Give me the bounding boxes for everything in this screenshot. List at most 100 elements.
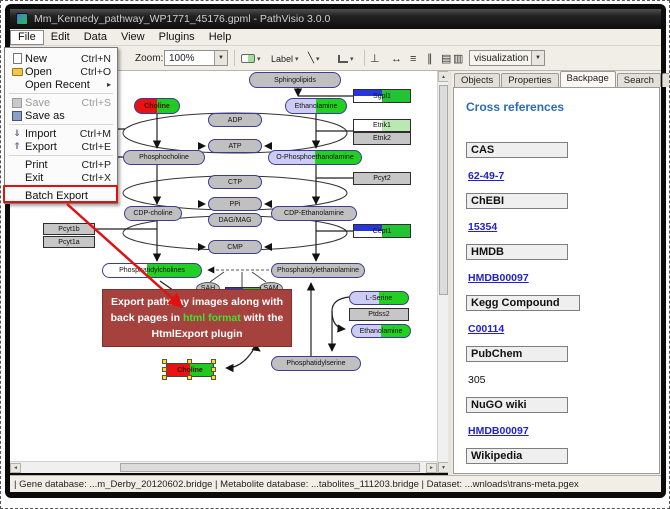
chevron-down-icon[interactable]: ▼ <box>214 51 227 65</box>
menu-item-save-as[interactable]: Save as <box>5 109 117 122</box>
menu-separator <box>9 155 113 156</box>
menu-plugins[interactable]: Plugins <box>152 30 202 45</box>
selection-handle[interactable] <box>162 367 167 372</box>
node-pcyt1a[interactable]: Pcyt1a <box>43 236 95 248</box>
label-tool-button[interactable]: Label▾ <box>269 50 301 67</box>
zoom-combobox[interactable]: 100% ▼ <box>164 50 228 66</box>
pathvisio-logo-icon <box>16 13 28 25</box>
sidebar-tabs: Objects Properties Backpage Search Legen… <box>452 71 661 87</box>
tab-properties[interactable]: Properties <box>501 73 558 87</box>
vertical-scroll-thumb[interactable] <box>439 85 448 295</box>
selection-handle[interactable] <box>162 375 167 380</box>
label-tool-text: Label <box>271 54 293 64</box>
submenu-arrow-icon: ▸ <box>107 80 111 89</box>
align-top-icon[interactable]: ⊥ <box>370 50 388 67</box>
new-document-icon <box>13 53 22 64</box>
ref-database-name: NuGO wiki <box>466 397 568 413</box>
menu-item-save[interactable]: Save Ctrl+S <box>5 96 117 109</box>
gene-product-icon <box>241 54 255 63</box>
node-ppi[interactable]: PPi <box>208 197 262 211</box>
status-text: | Gene database: ...m_Derby_20120602.bri… <box>14 479 579 490</box>
scroll-left-icon[interactable]: ◄ <box>10 463 21 473</box>
node-sgpl1[interactable]: Sgpl1 <box>353 89 411 103</box>
selection-handle[interactable] <box>211 359 216 364</box>
save-as-icon <box>12 111 22 121</box>
save-icon <box>12 98 22 108</box>
menu-item-export[interactable]: ⇑ Export Ctrl+E <box>5 140 117 153</box>
node-phosphatidylcholines[interactable]: Phosphatidylcholines <box>102 263 202 278</box>
node-sphingolipids[interactable]: Sphingolipids <box>249 72 341 88</box>
ref-id-link[interactable]: HMDB00097 <box>468 425 529 437</box>
node-l-serine[interactable]: L-Serine <box>349 291 409 305</box>
ref-id-link[interactable]: HMDB00097 <box>468 272 529 284</box>
node-etnk2[interactable]: Etnk2 <box>353 132 411 145</box>
ref-id-link[interactable]: 15354 <box>468 221 497 233</box>
menu-item-open[interactable]: Open Ctrl+O <box>5 65 117 78</box>
menu-item-print[interactable]: Print Ctrl+P <box>5 158 117 171</box>
node-atp[interactable]: ATP <box>208 139 262 153</box>
menu-separator <box>9 93 113 94</box>
screenshot-root: Mm_Kennedy_pathway_WP1771_45176.gpml - P… <box>0 0 670 509</box>
node-pcyt2[interactable]: Pcyt2 <box>353 172 411 185</box>
menu-item-open-recent[interactable]: Open Recent ▸ <box>5 78 117 91</box>
canvas-horizontal-scrollbar[interactable]: ◄ ► <box>10 461 437 473</box>
scroll-right-icon[interactable]: ► <box>426 463 437 473</box>
horizontal-scroll-thumb[interactable] <box>120 463 420 472</box>
ref-id-link[interactable]: 62-49-7 <box>468 170 504 182</box>
node-phosphatidylethanolamine[interactable]: Phosphatidylethanolamine <box>271 263 365 278</box>
node-ethanolamine-top[interactable]: Ethanolamine <box>285 98 347 114</box>
callout-text-highlight: html format <box>183 312 241 324</box>
node-cdp-choline[interactable]: CDP-choline <box>124 206 182 221</box>
selection-handle[interactable] <box>187 375 192 380</box>
node-choline-top[interactable]: Choline <box>134 98 180 114</box>
ref-database-name: PubChem <box>466 346 568 362</box>
connector-tool-button[interactable]: ▾ <box>336 50 356 67</box>
visualization-value: visualization <box>470 53 531 64</box>
tab-search[interactable]: Search <box>617 73 661 87</box>
menu-edit[interactable]: Edit <box>44 30 77 45</box>
align-middle-icon[interactable]: ↔ <box>391 50 409 67</box>
distribute-rows-icon[interactable]: ≡ <box>410 50 428 67</box>
ref-id-link[interactable]: C00114 <box>468 323 504 335</box>
cross-references-heading: Cross references <box>466 100 649 114</box>
menu-item-import[interactable]: ⇓ Import Ctrl+M <box>5 127 117 140</box>
chevron-down-icon[interactable]: ▼ <box>531 51 544 65</box>
node-ptdss2[interactable]: Ptdss2 <box>349 308 409 321</box>
gene-product-tool-button[interactable]: ▾ <box>239 50 263 67</box>
sidebar-panel: Objects Properties Backpage Search Legen… <box>452 71 661 476</box>
ref-database-name: ChEBI <box>466 193 568 209</box>
node-phosphocholine[interactable]: Phosphocholine <box>123 150 205 165</box>
tab-legend[interactable]: Legend <box>662 73 670 87</box>
node-dag-mag[interactable]: DAG/MAG <box>208 213 262 227</box>
menu-bar: File Edit Data View Plugins Help <box>10 29 661 46</box>
menu-help[interactable]: Help <box>202 30 239 45</box>
selection-handle[interactable] <box>162 359 167 364</box>
selection-handle[interactable] <box>187 359 192 364</box>
menu-file[interactable]: File <box>10 30 44 45</box>
line-tool-button[interactable]: ╲▾ <box>306 50 322 67</box>
import-icon: ⇓ <box>9 128 25 139</box>
node-ctp[interactable]: CTP <box>208 175 262 189</box>
node-adp[interactable]: ADP <box>208 113 262 127</box>
node-cept1[interactable]: Cept1 <box>353 224 411 238</box>
tab-objects[interactable]: Objects <box>454 73 500 87</box>
visualization-combobox[interactable]: visualization ▼ <box>469 50 545 66</box>
menu-item-new[interactable]: New Ctrl+N <box>5 52 117 65</box>
menu-data[interactable]: Data <box>77 30 114 45</box>
selection-handle[interactable] <box>211 375 216 380</box>
menu-item-exit[interactable]: Exit Ctrl+X <box>5 171 117 184</box>
file-menu-popup: New Ctrl+N Open Ctrl+O Open Recent ▸ Sav… <box>4 47 118 204</box>
tab-backpage[interactable]: Backpage <box>560 71 616 87</box>
canvas-vertical-scrollbar[interactable]: ▲ ▼ <box>437 71 448 473</box>
ref-database-name: Wikipedia <box>466 448 568 464</box>
node-cdp-ethanolamine[interactable]: CDP-Ethanolamine <box>271 206 357 221</box>
node-cmp[interactable]: CMP <box>208 240 262 254</box>
status-bar: | Gene database: ...m_Derby_20120602.bri… <box>10 475 661 492</box>
node-phosphatidylserine[interactable]: Phosphatidylserine <box>271 356 361 371</box>
node-pcyt1b[interactable]: Pcyt1b <box>43 223 95 235</box>
node-o-phosphoethanolamine[interactable]: O-Phosphoethanolamine <box>268 150 362 165</box>
selection-handle[interactable] <box>211 367 216 372</box>
menu-view[interactable]: View <box>114 30 152 45</box>
node-etnk1[interactable]: Etnk1 <box>353 119 411 132</box>
node-ethanolamine-bottom[interactable]: Ethanolamine <box>351 324 411 338</box>
